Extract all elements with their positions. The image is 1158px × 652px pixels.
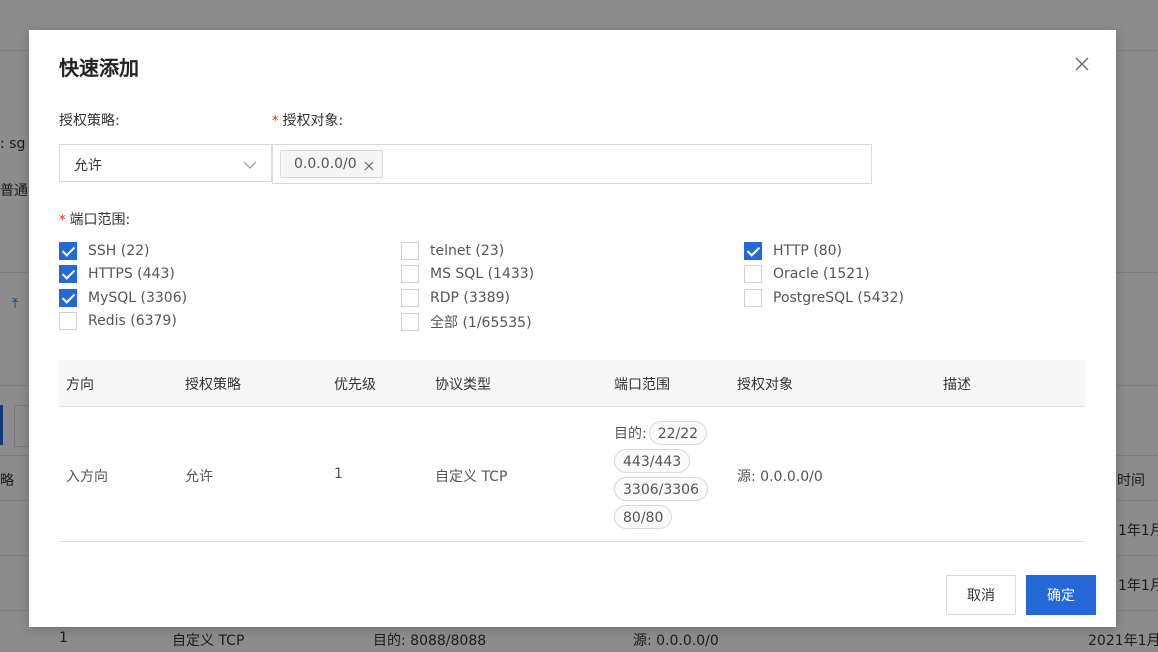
checkbox-label: SSH (22) [88, 243, 150, 259]
cell-protocol: 自定义 TCP [435, 469, 508, 485]
cancel-button[interactable]: 取消 [946, 575, 1016, 615]
checkbox-mysql[interactable]: MySQL (3306) [59, 289, 187, 307]
target-tag-text: 0.0.0.0/0 [294, 156, 357, 172]
required-mark: * [272, 114, 279, 129]
header-port-range: 端口范围 [614, 377, 670, 393]
cell-direction: 入方向 [66, 469, 108, 485]
policy-select-value: 允许 [74, 158, 102, 174]
checkbox-box[interactable] [59, 312, 77, 330]
table-header: 方向 授权策略 优先级 协议类型 端口范围 授权对象 描述 [59, 360, 1085, 407]
table-row: 入方向 允许 1 自定义 TCP 目的: 22/22 443/443 3306/3… [59, 407, 1085, 542]
required-mark: * [59, 213, 66, 228]
header-description: 描述 [943, 377, 971, 393]
target-input[interactable]: 0.0.0.0/0 [272, 144, 872, 184]
checkbox-label: MySQL (3306) [88, 290, 188, 306]
port-pill: 443/443 [614, 449, 691, 473]
remove-tag-icon[interactable] [364, 159, 374, 171]
checkbox-label: MS SQL (1433) [430, 266, 535, 282]
policy-label: 授权策略: [59, 113, 120, 129]
port-range-label-wrap: * 端口范围: [59, 209, 130, 229]
cell-port-range: 目的: 22/22 443/443 3306/3306 80/80 [614, 419, 734, 531]
confirm-button[interactable]: 确定 [1026, 575, 1096, 615]
target-tag: 0.0.0.0/0 [280, 150, 383, 178]
port-checkbox-group: SSH (22) telnet (23) HTTP (80) HTTPS (44… [59, 240, 1099, 335]
checkbox-box[interactable] [401, 265, 419, 283]
checkbox-box[interactable] [401, 289, 419, 307]
header-priority: 优先级 [334, 377, 376, 393]
checkbox-mssql[interactable]: MS SQL (1433) [401, 265, 534, 283]
cell-policy: 允许 [185, 469, 213, 485]
checkbox-box[interactable] [744, 289, 762, 307]
checkbox-label: HTTP (80) [773, 243, 843, 259]
checkbox-box[interactable] [744, 242, 762, 260]
checkbox-label: PostgreSQL (5432) [773, 290, 904, 306]
port-pill: 80/80 [614, 505, 673, 529]
checkbox-label: HTTPS (443) [88, 266, 175, 282]
checkbox-label: Oracle (1521) [773, 266, 870, 282]
chevron-down-icon [243, 157, 257, 176]
checkbox-telnet[interactable]: telnet (23) [401, 242, 504, 260]
checkbox-label: 全部 (1/65535) [430, 315, 532, 331]
header-direction: 方向 [66, 377, 94, 393]
port-pill: 22/22 [648, 421, 708, 445]
checkbox-https[interactable]: HTTPS (443) [59, 265, 175, 283]
checkbox-box[interactable] [59, 242, 77, 260]
close-icon[interactable] [1074, 56, 1090, 72]
checkbox-box[interactable] [401, 313, 419, 331]
checkbox-label: telnet (23) [430, 243, 505, 259]
cell-priority: 1 [334, 466, 343, 482]
checkbox-redis[interactable]: Redis (6379) [59, 312, 177, 330]
header-protocol: 协议类型 [435, 377, 491, 393]
checkbox-postgresql[interactable]: PostgreSQL (5432) [744, 289, 904, 307]
checkbox-box[interactable] [59, 289, 77, 307]
quick-add-dialog: 快速添加 授权策略: * 授权对象: 允许 0.0.0.0/0 * 端口范围: SS… [29, 30, 1116, 627]
cell-target: 源: 0.0.0.0/0 [737, 469, 823, 485]
checkbox-all[interactable]: 全部 (1/65535) [401, 312, 532, 332]
port-pill: 3306/3306 [614, 477, 708, 501]
header-policy: 授权策略 [185, 377, 241, 393]
target-label: 授权对象: [282, 113, 344, 129]
checkbox-box[interactable] [401, 242, 419, 260]
dialog-title: 快速添加 [59, 56, 139, 80]
port-range-label: 端口范围: [69, 212, 131, 228]
policy-select[interactable]: 允许 [59, 144, 272, 182]
checkbox-ssh[interactable]: SSH (22) [59, 242, 150, 260]
rules-table: 方向 授权策略 优先级 协议类型 端口范围 授权对象 描述 入方向 允许 1 自… [59, 360, 1085, 542]
port-prefix: 目的: [614, 426, 647, 442]
target-label-wrap: * 授权对象: [272, 110, 343, 130]
checkbox-label: Redis (6379) [88, 313, 177, 329]
checkbox-http[interactable]: HTTP (80) [744, 242, 842, 260]
header-target: 授权对象 [737, 377, 793, 393]
checkbox-box[interactable] [744, 265, 762, 283]
checkbox-box[interactable] [59, 265, 77, 283]
checkbox-rdp[interactable]: RDP (3389) [401, 289, 510, 307]
checkbox-label: RDP (3389) [430, 290, 510, 306]
checkbox-oracle[interactable]: Oracle (1521) [744, 265, 870, 283]
